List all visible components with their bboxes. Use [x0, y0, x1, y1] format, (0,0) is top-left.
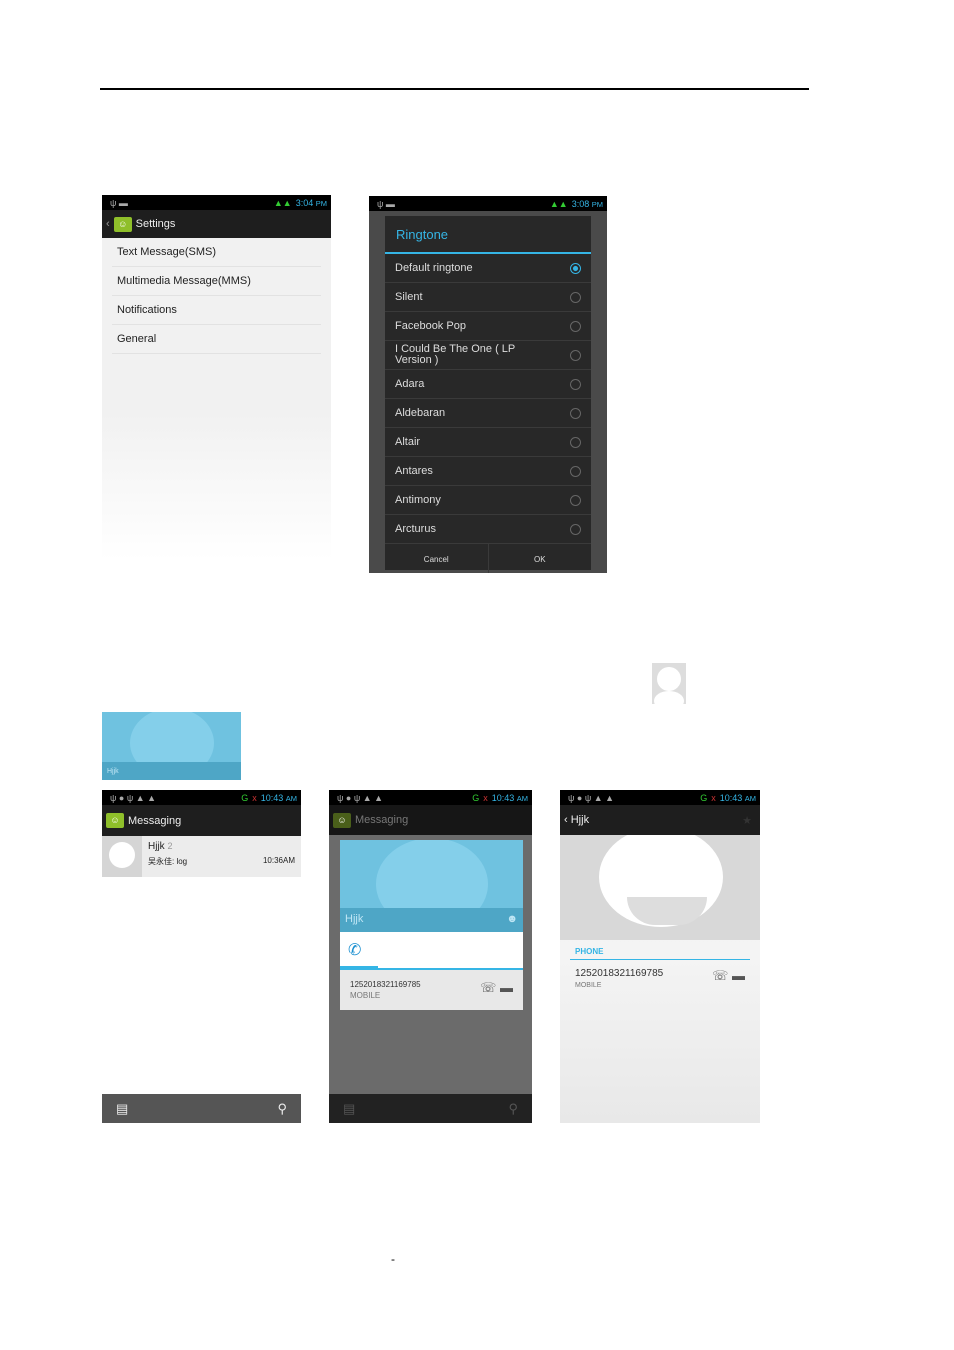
message-icon[interactable]: ▬	[732, 968, 745, 983]
compose-icon[interactable]: ▤	[343, 1101, 355, 1117]
settings-item-sms[interactable]: Text Message(SMS)	[112, 238, 321, 267]
phone-icon: ✆	[348, 942, 362, 959]
ringtone-screenshot: ψ ▬ ▲▲ 3:08 PM Ringtone Default ringtone Si…	[369, 196, 607, 573]
phone-type: MOBILE	[350, 991, 381, 1000]
search-icon[interactable]: ⚲	[508, 1101, 518, 1117]
cancel-button[interactable]: Cancel	[385, 544, 489, 573]
radio-button[interactable]	[570, 378, 581, 390]
compose-icon[interactable]: ▤	[116, 1101, 128, 1117]
quick-contact-card: Hjjk ☻ ✆ 1252018321169785 MOBILE ☏ ▬	[340, 840, 523, 1010]
phone-tab[interactable]: ✆	[340, 932, 523, 970]
status-bar: ψ ▬ ▲▲ 3:04 PM	[102, 195, 331, 210]
search-icon[interactable]: ⚲	[277, 1101, 287, 1117]
ringtone-option[interactable]: Antimony	[385, 486, 591, 515]
header-rule	[100, 88, 809, 90]
thread-snippet: 吴永佳: log	[148, 857, 188, 866]
radio-button[interactable]	[570, 407, 581, 419]
ringtone-option[interactable]: Adara	[385, 370, 591, 399]
thread-time: 10:36AM	[262, 856, 295, 865]
settings-item-notifications[interactable]: Notifications	[112, 296, 321, 325]
avatar	[102, 836, 142, 877]
call-icon[interactable]: ☏	[480, 980, 496, 995]
conversation-item[interactable]: Hjjk 2 吴永佳: log 10:36AM	[102, 836, 301, 877]
ringtone-option[interactable]: Facebook Pop	[385, 312, 591, 341]
ringtone-option[interactable]: Aldebaran	[385, 399, 591, 428]
contact-name: Hjjk	[570, 814, 590, 826]
settings-item-mms[interactable]: Multimedia Message(MMS)	[112, 267, 321, 296]
radio-button[interactable]	[570, 291, 581, 303]
phone-type: MOBILE	[575, 982, 602, 989]
ringtone-label: Silent	[395, 291, 423, 303]
ringtone-label: Antares	[395, 465, 433, 477]
thread-name: Hjjk	[148, 841, 165, 852]
radio-button[interactable]	[570, 523, 581, 535]
ringtone-option[interactable]: Antares	[385, 457, 591, 486]
radio-button[interactable]	[570, 262, 581, 274]
messaging-app-icon: ☺	[113, 216, 132, 232]
ringtone-option[interactable]: Default ringtone	[385, 254, 591, 283]
contact-detail-screenshot: ψ ● ψ ▲ ▲ Gx 10:43 AM ‹ Hjjk ★ PHONE 125201…	[560, 790, 760, 1123]
radio-button[interactable]	[570, 465, 581, 477]
contact-avatar-icon	[652, 663, 686, 704]
ringtone-label: I Could Be The One ( LP Version )	[395, 343, 516, 366]
phone-number: 1252018321169785	[575, 968, 664, 979]
radio-button[interactable]	[570, 320, 581, 332]
ok-button[interactable]: OK	[489, 544, 592, 573]
radio-button[interactable]	[570, 349, 581, 361]
quick-contact-screenshot: ψ ● ψ ▲ ▲ Gx 10:43 AM ☺ Messaging Hjjk ☻ ✆ 1…	[329, 790, 532, 1123]
phone-entry[interactable]: 1252018321169785 MOBILE ☏ ▬	[560, 960, 760, 997]
thumbnail-name: Hjjk	[102, 762, 241, 780]
dialog-title: Ringtone	[385, 216, 591, 254]
screen-title: Settings	[135, 218, 176, 230]
radio-button[interactable]	[570, 494, 581, 506]
contact-thumbnail: Hjjk	[102, 712, 241, 780]
ringtone-label: Arcturus	[395, 523, 436, 535]
phone-number: 1252018321169785	[350, 980, 421, 989]
ringtone-option[interactable]: Silent	[385, 283, 591, 312]
page-mark: -	[391, 1252, 395, 1266]
ringtone-label: Facebook Pop	[395, 320, 466, 332]
ringtone-label: Antimony	[395, 494, 441, 506]
star-icon[interactable]: ★	[742, 814, 752, 827]
phone-section-header: PHONE	[570, 944, 750, 960]
status-bar: ψ ▬ ▲▲ 3:08 PM	[369, 196, 607, 211]
settings-screenshot: ψ ▬ ▲▲ 3:04 PM ‹ ☺ Settings Text Message(SMS…	[102, 195, 331, 560]
settings-item-general[interactable]: General	[112, 325, 321, 354]
ringtone-option[interactable]: Arcturus	[385, 515, 591, 544]
message-icon[interactable]: ▬	[500, 980, 513, 995]
ringtone-label: Aldebaran	[395, 407, 446, 419]
messaging-app-icon: ☺	[106, 813, 124, 828]
ringtone-option[interactable]: I Could Be The One ( LP Version )	[385, 341, 591, 370]
screen-title: Messaging	[128, 814, 182, 827]
message-count: 2	[167, 841, 173, 851]
call-icon[interactable]: ☏	[712, 968, 728, 983]
radio-button[interactable]	[570, 436, 581, 448]
phone-entry[interactable]: 1252018321169785 MOBILE ☏ ▬	[340, 970, 523, 1010]
ringtone-label: Altair	[395, 436, 421, 448]
back-button[interactable]: ‹ Hjjk	[564, 814, 589, 826]
action-bar[interactable]: ‹ ☺ Settings	[102, 210, 331, 238]
messaging-screenshot: ψ ● ψ ▲ ▲ Gx 10:43 AM ☺ Messaging Hjjk 2 吴永…	[102, 790, 301, 1123]
contact-photo	[560, 835, 760, 940]
ringtone-label: Default ringtone	[395, 262, 473, 274]
ringtone-dialog: Ringtone Default ringtone Silent Facebook …	[385, 216, 592, 573]
contact-name: Hjjk	[345, 913, 364, 925]
ringtone-option[interactable]: Altair	[385, 428, 591, 457]
ringtone-label: Adara	[395, 378, 425, 390]
screen-title: Messaging	[355, 814, 409, 826]
contact-icon[interactable]: ☻	[506, 913, 518, 927]
